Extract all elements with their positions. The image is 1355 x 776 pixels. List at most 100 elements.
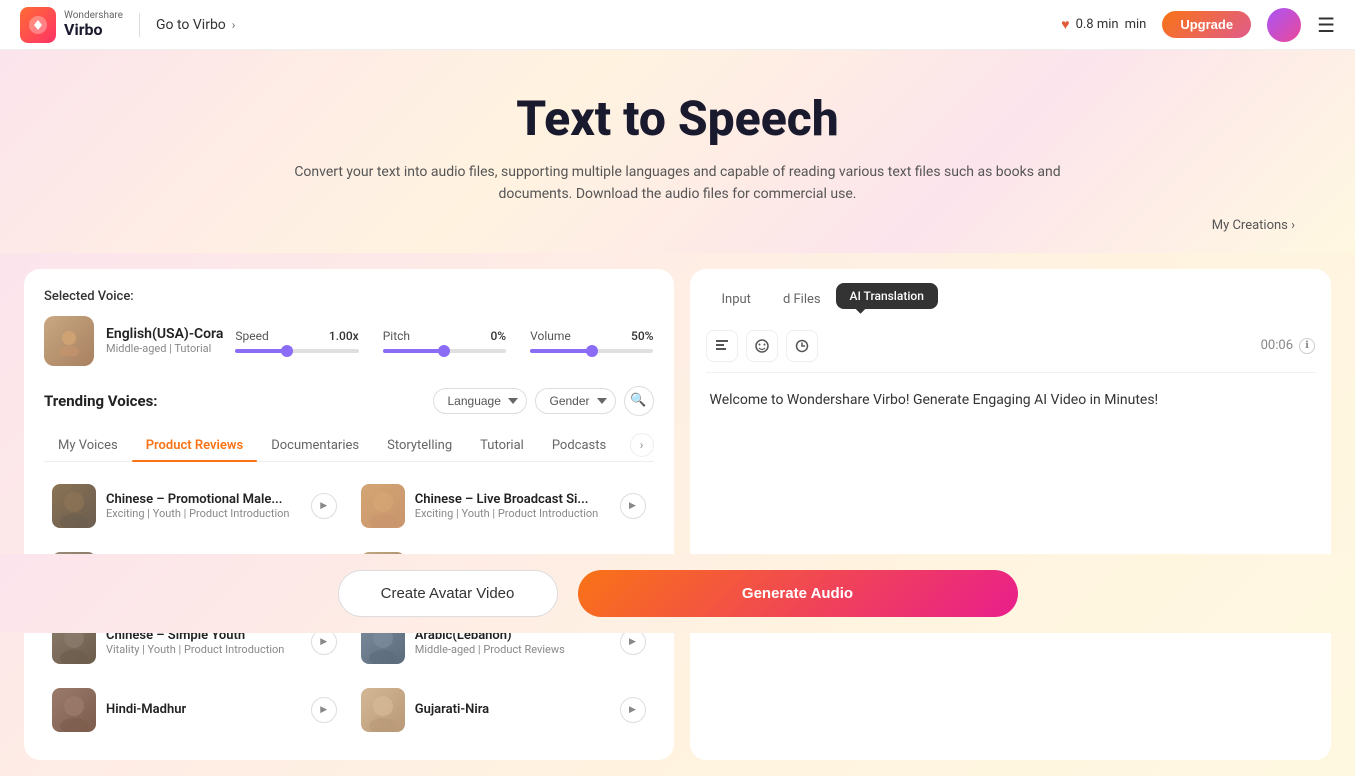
logo-icon	[20, 7, 56, 43]
time-info-icon: ℹ	[1299, 338, 1315, 354]
speed-label: Speed	[235, 329, 268, 343]
volume-label: Volume	[530, 329, 571, 343]
pitch-slider-thumb	[438, 345, 450, 357]
voice-item-name: Gujarati-Nira	[415, 702, 610, 717]
voice-item-tags: Vitality | Youth | Product Introduction	[106, 643, 301, 656]
time-display: 00:06 ℹ	[1261, 338, 1315, 354]
main-content: Selected Voice: English(USA)-Cora Middle…	[0, 253, 1355, 776]
voice-item-info: Hindi-Madhur	[106, 702, 301, 717]
tab-storytelling[interactable]: Storytelling	[373, 430, 466, 461]
tab-product-reviews[interactable]: Product Reviews	[132, 430, 258, 461]
hamburger-menu-icon[interactable]: ☰	[1317, 13, 1335, 37]
voice-item-tags: Exciting | Youth | Product Introduction	[106, 507, 301, 520]
right-tabs: Input AI Translation d Files	[706, 285, 1316, 314]
selected-voice-name: English(USA)-Cora	[106, 326, 223, 342]
logo-product: Virbo	[64, 21, 123, 39]
voice-play-button[interactable]: ▶	[620, 697, 646, 723]
voice-item-avatar	[52, 484, 96, 528]
toolbar-icons	[706, 330, 818, 362]
bottom-bar: Create Avatar Video Generate Audio	[0, 554, 1355, 633]
right-panel: Input AI Translation d Files 00:06 ℹ	[690, 269, 1332, 760]
search-button[interactable]: 🔍	[624, 386, 654, 416]
ai-translation-badge: AI Translation	[836, 283, 938, 309]
voice-item[interactable]: Gujarati-Nira ▶	[353, 680, 654, 740]
selected-voice-avatar-img	[44, 316, 94, 366]
credits-value: 0.8 min	[1076, 17, 1119, 32]
speed-slider-thumb	[281, 345, 293, 357]
tab-uploaded-files[interactable]: d Files	[767, 285, 837, 314]
voice-item-avatar	[361, 688, 405, 732]
selected-voice-label: Selected Voice:	[44, 289, 654, 304]
chevron-right-icon: ›	[232, 18, 236, 32]
selected-voice-info: English(USA)-Cora Middle-aged | Tutorial	[106, 326, 223, 355]
volume-slider-fill	[530, 349, 592, 353]
voice-item-name: Chinese – Promotional Male...	[106, 492, 301, 507]
user-avatar[interactable]	[1267, 8, 1301, 42]
voice-item[interactable]: Chinese – Promotional Male... Exciting |…	[44, 476, 345, 536]
volume-slider-track[interactable]	[530, 349, 653, 353]
voice-play-button[interactable]: ▶	[311, 493, 337, 519]
upgrade-button[interactable]: Upgrade	[1162, 11, 1251, 38]
trending-header: Trending Voices: Language Gender 🔍	[44, 386, 654, 416]
tab-tutorial[interactable]: Tutorial	[466, 430, 538, 461]
tabs-next-arrow[interactable]: ›	[630, 433, 654, 457]
voice-item-info: Chinese – Promotional Male... Exciting |…	[106, 492, 301, 520]
trending-title: Trending Voices:	[44, 392, 158, 410]
my-creations-link[interactable]: My Creations ›	[20, 218, 1335, 233]
go-to-virbo-link[interactable]: Go to Virbo ›	[156, 17, 235, 33]
logo: Wondershare Virbo	[20, 7, 123, 43]
voice-item[interactable]: Hindi-Madhur ▶	[44, 680, 345, 740]
pitch-label: Pitch	[383, 329, 410, 343]
hero-section: Text to Speech Convert your text into au…	[0, 50, 1355, 253]
speed-control: Speed 1.00x	[235, 329, 358, 353]
voice-play-button[interactable]: ▶	[620, 493, 646, 519]
editor-toolbar: 00:06 ℹ	[706, 330, 1316, 373]
history-button[interactable]	[786, 330, 818, 362]
voice-selector: English(USA)-Cora Middle-aged | Tutorial…	[44, 316, 654, 366]
hero-subtitle: Convert your text into audio files, supp…	[278, 161, 1078, 206]
language-filter[interactable]: Language	[433, 388, 527, 414]
generate-audio-button[interactable]: Generate Audio	[578, 570, 1018, 617]
voice-item[interactable]: Chinese – Live Broadcast Si... Exciting …	[353, 476, 654, 536]
voice-item-avatar	[361, 484, 405, 528]
pitch-slider-track[interactable]	[383, 349, 506, 353]
pitch-control: Pitch 0%	[383, 329, 506, 353]
speed-slider-track[interactable]	[235, 349, 358, 353]
credits-badge: ♥ 0.8 min min	[1061, 16, 1146, 33]
voice-play-button[interactable]: ▶	[311, 697, 337, 723]
header-divider	[139, 13, 140, 37]
time-value: 00:06	[1261, 338, 1293, 353]
volume-control: Volume 50%	[530, 329, 653, 353]
voice-item-avatar	[52, 688, 96, 732]
page-title: Text to Speech	[20, 90, 1335, 147]
voice-item-info: Gujarati-Nira	[415, 702, 610, 717]
voice-item-name: Hindi-Madhur	[106, 702, 301, 717]
volume-slider-thumb	[586, 345, 598, 357]
speed-slider-fill	[235, 349, 287, 353]
pitch-value: 0%	[490, 329, 506, 343]
volume-value: 50%	[631, 329, 653, 343]
create-avatar-button[interactable]: Create Avatar Video	[338, 570, 558, 617]
voice-item-info: Chinese – Live Broadcast Si... Exciting …	[415, 492, 610, 520]
heart-icon: ♥	[1061, 16, 1069, 33]
speed-value: 1.00x	[329, 329, 359, 343]
voice-controls: Speed 1.00x Pitch 0%	[235, 329, 653, 353]
voice-item-tags: Middle-aged | Product Reviews	[415, 643, 610, 656]
credits-label: min	[1125, 17, 1147, 32]
tab-documentaries[interactable]: Documentaries	[257, 430, 373, 461]
editor-content[interactable]: Welcome to Wondershare Virbo! Generate E…	[706, 385, 1316, 415]
pitch-slider-fill	[383, 349, 445, 353]
header: Wondershare Virbo Go to Virbo › ♥ 0.8 mi…	[0, 0, 1355, 50]
gender-filter[interactable]: Gender	[535, 388, 616, 414]
selected-voice-avatar	[44, 316, 94, 366]
tab-input[interactable]: Input	[706, 285, 767, 314]
tab-my-voices[interactable]: My Voices	[44, 430, 132, 461]
text-format-button[interactable]	[706, 330, 738, 362]
voice-item-name: Chinese – Live Broadcast Si...	[415, 492, 610, 507]
logo-text: Wondershare Virbo	[64, 10, 123, 39]
left-panel: Selected Voice: English(USA)-Cora Middle…	[24, 269, 674, 760]
header-right: ♥ 0.8 min min Upgrade ☰	[1061, 8, 1335, 42]
selected-voice-meta: Middle-aged | Tutorial	[106, 342, 223, 355]
tab-podcasts[interactable]: Podcasts	[538, 430, 620, 461]
emoji-button[interactable]	[746, 330, 778, 362]
